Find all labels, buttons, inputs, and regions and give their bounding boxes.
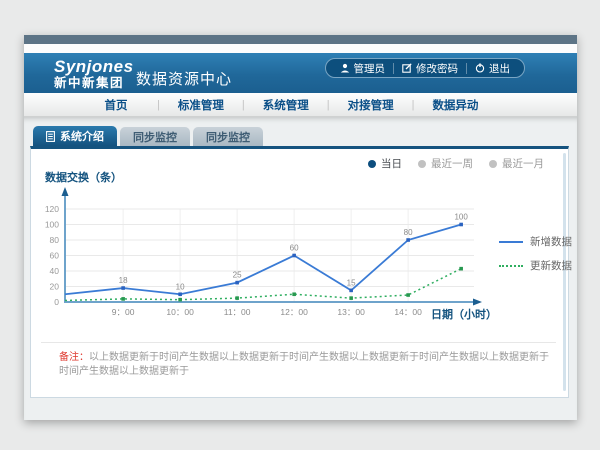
radio-label: 最近一月	[502, 156, 544, 171]
y-tick-label: 0	[54, 297, 59, 307]
tab-label: 同步监控	[133, 129, 177, 145]
y-tick-label: 120	[45, 204, 59, 214]
data-point	[178, 298, 182, 302]
x-axis-title: 日期（小时）	[431, 306, 497, 322]
page-background: Synjones 新中新集团 数据资源中心 管理员 修改密码	[0, 0, 600, 450]
content-area: 系统介绍 同步监控 同步监控 当日	[24, 117, 577, 420]
radio-last-month[interactable]: 最近一月	[489, 156, 544, 171]
main-nav: 首页 | 标准管理 | 系统管理 | 对接管理 | 数据异动	[24, 93, 577, 117]
x-axis-arrow-icon	[473, 299, 482, 306]
x-tick-label: 13：00	[337, 307, 365, 317]
nav-item-standard-mgmt[interactable]: 标准管理	[164, 97, 238, 113]
user-icon	[340, 63, 350, 73]
point-label: 100	[454, 213, 468, 222]
y-axis-arrow-icon	[62, 187, 69, 196]
tab-system-intro[interactable]: 系统介绍	[33, 126, 117, 146]
logout-label: 退出	[489, 61, 510, 76]
tab-bar: 系统介绍 同步监控 同步监控	[33, 126, 263, 146]
nav-item-system-mgmt[interactable]: 系统管理	[249, 97, 323, 113]
document-icon	[46, 131, 55, 142]
app-window: Synjones 新中新集团 数据资源中心 管理员 修改密码	[24, 35, 577, 420]
window-top-strip	[24, 35, 577, 44]
data-point	[459, 267, 463, 271]
app-header: Synjones 新中新集团 数据资源中心 管理员 修改密码	[24, 53, 577, 93]
x-tick-label: 11：00	[224, 307, 251, 317]
point-label: 18	[119, 276, 128, 285]
legend-item-new-data[interactable]: 新增数据	[499, 234, 572, 249]
tab-sync-monitor-1[interactable]: 同步监控	[120, 127, 190, 146]
page-title: 数据资源中心	[136, 68, 232, 89]
data-point	[292, 254, 296, 258]
time-range-filter: 当日 最近一周 最近一月	[368, 156, 544, 171]
y-tick-label: 60	[50, 251, 60, 261]
panel-divider	[41, 342, 556, 343]
legend-item-update-data[interactable]: 更新数据	[499, 258, 572, 273]
logo-brand-text: Synjones	[54, 58, 134, 75]
y-tick-label: 20	[50, 282, 60, 292]
logo-company-name: 新中新集团	[54, 77, 134, 90]
change-password-button[interactable]: 修改密码	[394, 61, 466, 76]
radio-last-week[interactable]: 最近一周	[418, 156, 473, 171]
radio-label: 最近一周	[431, 156, 473, 171]
data-point	[406, 238, 410, 242]
power-icon	[475, 63, 485, 73]
tab-label: 系统介绍	[60, 128, 104, 144]
legend-label: 新增数据	[530, 234, 572, 249]
admin-user-label: 管理员	[354, 61, 386, 76]
solid-line-icon	[499, 241, 523, 243]
point-label: 60	[290, 244, 299, 253]
nav-divider: |	[242, 99, 245, 111]
change-password-label: 修改密码	[416, 61, 458, 76]
point-label: 10	[176, 282, 185, 291]
data-point	[406, 293, 410, 297]
radio-dot-icon	[489, 160, 497, 168]
x-tick-label: 10：00	[166, 307, 194, 317]
radio-today[interactable]: 当日	[368, 156, 402, 171]
company-logo: Synjones 新中新集团	[54, 58, 134, 90]
logout-button[interactable]: 退出	[467, 61, 518, 76]
admin-user-button[interactable]: 管理员	[332, 61, 394, 76]
dotted-line-icon	[499, 265, 523, 267]
window-top-gap	[24, 44, 577, 53]
data-point	[235, 281, 239, 285]
nav-item-interface-mgmt[interactable]: 对接管理	[334, 97, 408, 113]
legend-label: 更新数据	[530, 258, 572, 273]
data-point	[178, 292, 182, 296]
user-menu: 管理员 修改密码 退出	[325, 58, 526, 78]
y-tick-label: 40	[50, 266, 60, 276]
radio-dot-icon	[418, 160, 426, 168]
x-tick-label: 12：00	[280, 307, 308, 317]
data-point	[349, 296, 353, 300]
nav-item-home[interactable]: 首页	[79, 97, 153, 113]
nav-item-data-change[interactable]: 数据异动	[418, 97, 492, 113]
data-point	[459, 223, 463, 227]
y-tick-label: 80	[50, 235, 60, 245]
chart-panel: 当日 最近一周 最近一月 数据交换（条） 0204060801001209：00…	[30, 146, 569, 398]
point-label: 15	[347, 278, 356, 287]
point-label: 80	[404, 228, 413, 237]
tab-sync-monitor-2[interactable]: 同步监控	[193, 127, 263, 146]
footnote-text: 以上数据更新于时间产生数据以上数据更新于时间产生数据以上数据更新于时间产生数据以…	[59, 352, 549, 377]
x-tick-label: 9：00	[112, 307, 135, 317]
tab-label: 同步监控	[206, 129, 250, 145]
edit-icon	[402, 63, 412, 73]
nav-divider: |	[327, 99, 330, 111]
data-point	[121, 297, 125, 301]
radio-dot-icon	[368, 160, 376, 168]
footnote-prefix: 备注：	[59, 352, 89, 363]
x-tick-label: 14：00	[394, 307, 422, 317]
footnote: 备注：以上数据更新于时间产生数据以上数据更新于时间产生数据以上数据更新于时间产生…	[59, 351, 549, 379]
data-point	[121, 286, 125, 290]
nav-divider: |	[157, 99, 160, 111]
data-point	[292, 292, 296, 296]
data-point	[235, 296, 239, 300]
y-tick-label: 100	[45, 220, 59, 230]
point-label: 25	[233, 271, 242, 280]
chart-legend: 新增数据 更新数据	[499, 234, 572, 273]
data-point	[349, 289, 353, 293]
radio-label: 当日	[381, 156, 402, 171]
nav-divider: |	[412, 99, 415, 111]
